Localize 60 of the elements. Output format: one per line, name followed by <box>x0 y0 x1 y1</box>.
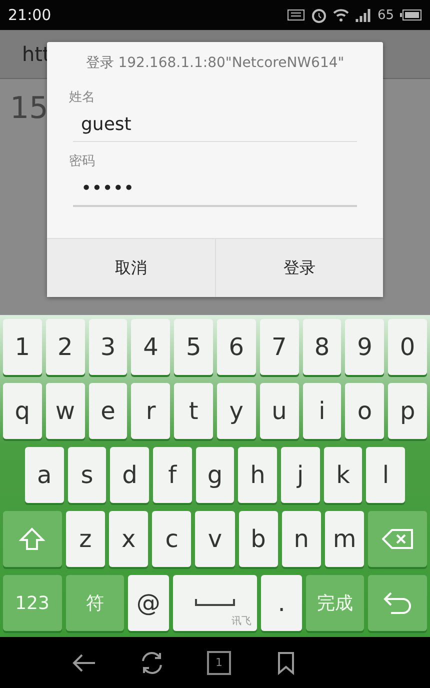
backspace-icon <box>382 528 414 550</box>
page-text: 15 <box>10 91 48 126</box>
keyboard-key[interactable]: g <box>196 447 234 503</box>
keyboard-key[interactable]: t <box>174 383 213 439</box>
keyboard-icon <box>287 9 306 21</box>
keyboard-key[interactable]: y <box>216 383 256 439</box>
keyboard-key[interactable]: 8 <box>302 319 342 375</box>
dialog-button[interactable]: 取消 <box>47 239 214 297</box>
keyboard-key[interactable]: o <box>345 383 384 439</box>
keyboard-key[interactable]: f <box>153 447 192 503</box>
alarm-icon <box>311 7 328 23</box>
keyboard-key[interactable]: 2 <box>46 319 85 375</box>
key-hint: 讯飞 <box>231 615 252 628</box>
keyboard-key[interactable]: n <box>282 511 322 567</box>
field-label: 密码 <box>69 153 96 170</box>
battery-percent: 65 <box>377 8 394 22</box>
keyboard-key[interactable]: p <box>388 383 427 439</box>
refresh-icon[interactable] <box>139 650 165 676</box>
field-label: 姓名 <box>69 89 96 106</box>
dialog-title: 登录 192.168.1.1:80"NetcoreNW614" <box>84 54 346 73</box>
tabs-button[interactable]: 1 <box>207 650 231 674</box>
keyboard-key[interactable]: q <box>3 383 42 439</box>
battery-icon <box>400 9 422 21</box>
keyboard-key[interactable]: x <box>109 511 148 567</box>
input-field[interactable]: guest <box>73 110 357 142</box>
input-field[interactable]: ••••• <box>73 174 357 207</box>
keyboard-key[interactable]: 5 <box>174 319 213 375</box>
keyboard-key[interactable]: r <box>131 383 170 439</box>
keyboard-key[interactable]: 9 <box>345 319 384 375</box>
keyboard-key[interactable]: w <box>46 383 85 439</box>
keyboard-key[interactable]: b <box>238 511 278 567</box>
keyboard-key[interactable]: i <box>302 383 342 439</box>
keyboard-key[interactable]: 3 <box>88 319 128 375</box>
keyboard-key[interactable]: l <box>366 447 406 503</box>
keyboard-key[interactable]: z <box>66 511 105 567</box>
shift-icon <box>19 527 46 551</box>
keyboard-key[interactable]: h <box>238 447 278 503</box>
keyboard-key[interactable]: 4 <box>131 319 170 375</box>
keyboard-key[interactable]: e <box>88 383 128 439</box>
keyboard-key[interactable]: 1 <box>3 319 42 375</box>
keyboard-key[interactable]: d <box>110 447 150 503</box>
keyboard-key[interactable]: v <box>195 511 235 567</box>
keyboard-key[interactable]: 0 <box>388 319 427 375</box>
keyboard-key[interactable]: 6 <box>216 319 256 375</box>
keyboard-key[interactable]: u <box>260 383 299 439</box>
clock-time: 21:00 <box>8 6 52 24</box>
signal-icon <box>355 8 372 22</box>
keyboard-key[interactable]: j <box>281 447 320 503</box>
keyboard-key[interactable]: . <box>261 575 302 631</box>
return-icon <box>382 591 413 615</box>
space-icon <box>194 599 235 607</box>
keyboard-key[interactable]: c <box>152 511 192 567</box>
keyboard-key[interactable]: a <box>25 447 64 503</box>
keyboard-key[interactable]: m <box>325 511 364 567</box>
keyboard-key[interactable]: 7 <box>260 319 299 375</box>
keyboard-key[interactable]: s <box>68 447 106 503</box>
wifi-icon <box>333 8 350 22</box>
keyboard-key[interactable]: k <box>324 447 362 503</box>
keyboard-key[interactable]: @ <box>128 575 169 631</box>
dialog-button[interactable]: 登录 <box>214 239 383 297</box>
